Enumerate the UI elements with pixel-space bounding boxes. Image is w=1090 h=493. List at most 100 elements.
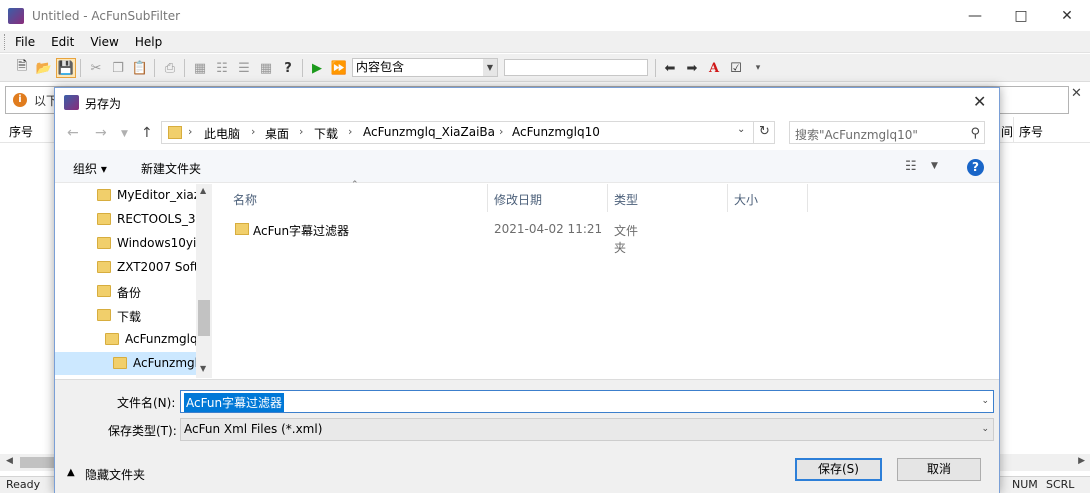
- menu-file[interactable]: File: [7, 35, 43, 49]
- breadcrumb-acfunzmglq10[interactable]: AcFunzmglq10: [512, 125, 600, 139]
- breadcrumb-desktop[interactable]: 桌面: [265, 125, 289, 142]
- arrow-right-icon[interactable]: ➡: [682, 58, 702, 78]
- open-folder-icon[interactable]: 📂: [34, 58, 54, 78]
- small-icons-icon[interactable]: ☷: [212, 58, 232, 78]
- hide-folders-toggle[interactable]: 隐藏文件夹: [85, 466, 145, 483]
- column-header-date[interactable]: 修改日期: [494, 191, 542, 208]
- new-folder-button[interactable]: 新建文件夹: [141, 160, 201, 177]
- column-header-time[interactable]: 间: [1001, 123, 1013, 140]
- tree-item-label: ZXT2007 Soft: [117, 260, 197, 274]
- tree-item[interactable]: 下载: [55, 304, 197, 327]
- chevron-down-icon[interactable]: ⌄: [981, 424, 989, 434]
- organize-button[interactable]: 组织 ▾: [73, 160, 107, 177]
- chevron-down-icon[interactable]: ▼: [483, 59, 497, 76]
- breadcrumb-this-pc[interactable]: 此电脑: [204, 125, 240, 142]
- column-header-name[interactable]: 名称: [233, 191, 257, 208]
- play-next-icon[interactable]: ⏩: [329, 58, 349, 78]
- play-icon[interactable]: ▶: [307, 58, 327, 78]
- chevron-up-icon[interactable]: ▲: [67, 467, 75, 478]
- paste-icon[interactable]: 📋: [130, 58, 150, 78]
- view-options-chevron-icon[interactable]: ▼: [931, 161, 938, 171]
- scroll-down-icon[interactable]: ▼: [200, 364, 206, 373]
- breadcrumb-acfunzmglq-xiazaiba[interactable]: AcFunzmglq_XiaZaiBa: [363, 125, 495, 139]
- breadcrumb-separator[interactable]: ›: [251, 125, 255, 138]
- column-divider[interactable]: [487, 184, 488, 212]
- search-icon[interactable]: ⚲: [970, 126, 980, 141]
- menu-view[interactable]: View: [82, 35, 126, 49]
- save-icon[interactable]: 💾: [56, 58, 76, 78]
- breadcrumb-downloads[interactable]: 下载: [314, 125, 338, 142]
- info-close-icon[interactable]: ✕: [1071, 86, 1082, 101]
- column-header-type[interactable]: 类型: [614, 191, 638, 208]
- font-color-icon[interactable]: A: [704, 58, 724, 78]
- scroll-up-icon[interactable]: ▲: [200, 186, 206, 195]
- copy-icon[interactable]: ❐: [108, 58, 128, 78]
- details-view-icon[interactable]: ▦: [256, 58, 276, 78]
- refresh-icon[interactable]: ↻: [753, 121, 775, 144]
- column-header-index-2[interactable]: 序号: [1019, 123, 1043, 140]
- checkbox-icon[interactable]: ☑: [726, 58, 746, 78]
- close-icon[interactable]: ✕: [1044, 0, 1090, 31]
- tree-item[interactable]: MyEditor_xiaz: [55, 184, 197, 207]
- column-header-size[interactable]: 大小: [734, 191, 758, 208]
- breadcrumb-separator[interactable]: ›: [299, 125, 303, 138]
- toolbar-separator: [184, 59, 185, 77]
- dialog-close-icon[interactable]: ✕: [973, 92, 986, 111]
- menu-edit[interactable]: Edit: [43, 35, 82, 49]
- file-row[interactable]: AcFun字幕过滤器 2021-04-02 11:21 文件夹: [227, 219, 647, 255]
- arrow-left-icon[interactable]: ⬅: [660, 58, 680, 78]
- maximize-icon[interactable]: □: [998, 0, 1044, 31]
- toolbar-separator: [80, 59, 81, 77]
- list-view-icon[interactable]: ☰: [234, 58, 254, 78]
- chevron-down-icon[interactable]: ⌄: [981, 396, 989, 406]
- search-input[interactable]: 搜索"AcFunzmglq10" ⚲: [789, 121, 985, 144]
- scroll-left-icon[interactable]: ◀: [6, 456, 13, 466]
- column-divider[interactable]: [807, 184, 808, 212]
- up-arrow-icon[interactable]: ↑: [141, 125, 153, 141]
- tree-item[interactable]: 备份: [55, 280, 197, 303]
- breadcrumb-separator[interactable]: ›: [348, 125, 352, 138]
- large-icons-icon[interactable]: ▦: [190, 58, 210, 78]
- horizontal-scrollbar[interactable]: ◀: [0, 454, 54, 471]
- scroll-thumb[interactable]: [198, 300, 210, 336]
- tree-item-label: AcFunzmgl: [133, 356, 197, 370]
- scroll-right-icon[interactable]: ▶: [1078, 456, 1085, 466]
- filter-mode-select[interactable]: 内容包含 ▼: [352, 58, 498, 77]
- view-options-icon[interactable]: ☷: [905, 159, 917, 174]
- new-file-icon[interactable]: 🗎: [12, 58, 32, 78]
- column-header-index[interactable]: 序号: [9, 123, 33, 140]
- column-divider[interactable]: [727, 184, 728, 212]
- save-button[interactable]: 保存(S): [795, 458, 882, 481]
- filter-text-input[interactable]: [504, 59, 648, 76]
- tree-scrollbar[interactable]: ▲ ▼: [196, 184, 212, 378]
- minimize-icon[interactable]: —: [952, 0, 998, 31]
- address-bar[interactable]: › 此电脑 › 桌面 › 下载 › AcFunzmglq_XiaZaiBa › …: [161, 121, 775, 144]
- scroll-thumb[interactable]: [20, 457, 54, 468]
- breadcrumb-separator[interactable]: ›: [188, 125, 192, 138]
- address-dropdown-icon[interactable]: ⌄: [737, 124, 745, 135]
- tree-item-selected[interactable]: AcFunzmgl: [55, 352, 197, 375]
- help-icon[interactable]: ?: [967, 159, 984, 176]
- toolbar-options-icon[interactable]: ▾: [748, 58, 768, 78]
- forward-arrow-icon[interactable]: →: [95, 125, 107, 141]
- cut-icon[interactable]: ✂: [86, 58, 106, 78]
- folder-icon: [97, 189, 111, 201]
- breadcrumb-separator[interactable]: ›: [499, 125, 503, 138]
- help-question-icon[interactable]: ?: [278, 58, 298, 78]
- tree-item[interactable]: AcFunzmglq: [55, 328, 197, 351]
- back-arrow-icon[interactable]: ←: [67, 125, 79, 141]
- print-icon[interactable]: ⎙: [160, 58, 180, 78]
- recent-locations-chevron-icon[interactable]: ▼: [121, 129, 128, 139]
- tree-item[interactable]: RECTOOLS_30: [55, 208, 197, 231]
- horizontal-scrollbar-right[interactable]: ▶: [1000, 454, 1090, 471]
- cancel-button[interactable]: 取消: [897, 458, 981, 481]
- filetype-value: AcFun Xml Files (*.xml): [184, 422, 323, 436]
- menu-help[interactable]: Help: [127, 35, 170, 49]
- tree-item[interactable]: Windows10yis: [55, 232, 197, 255]
- column-divider[interactable]: [607, 184, 608, 212]
- filename-input[interactable]: AcFun字幕过滤器 ⌄: [180, 390, 994, 413]
- folder-icon: [113, 357, 127, 369]
- filetype-select[interactable]: AcFun Xml Files (*.xml) ⌄: [180, 418, 994, 441]
- tree-item[interactable]: ZXT2007 Soft: [55, 256, 197, 279]
- folder-icon: [97, 261, 111, 273]
